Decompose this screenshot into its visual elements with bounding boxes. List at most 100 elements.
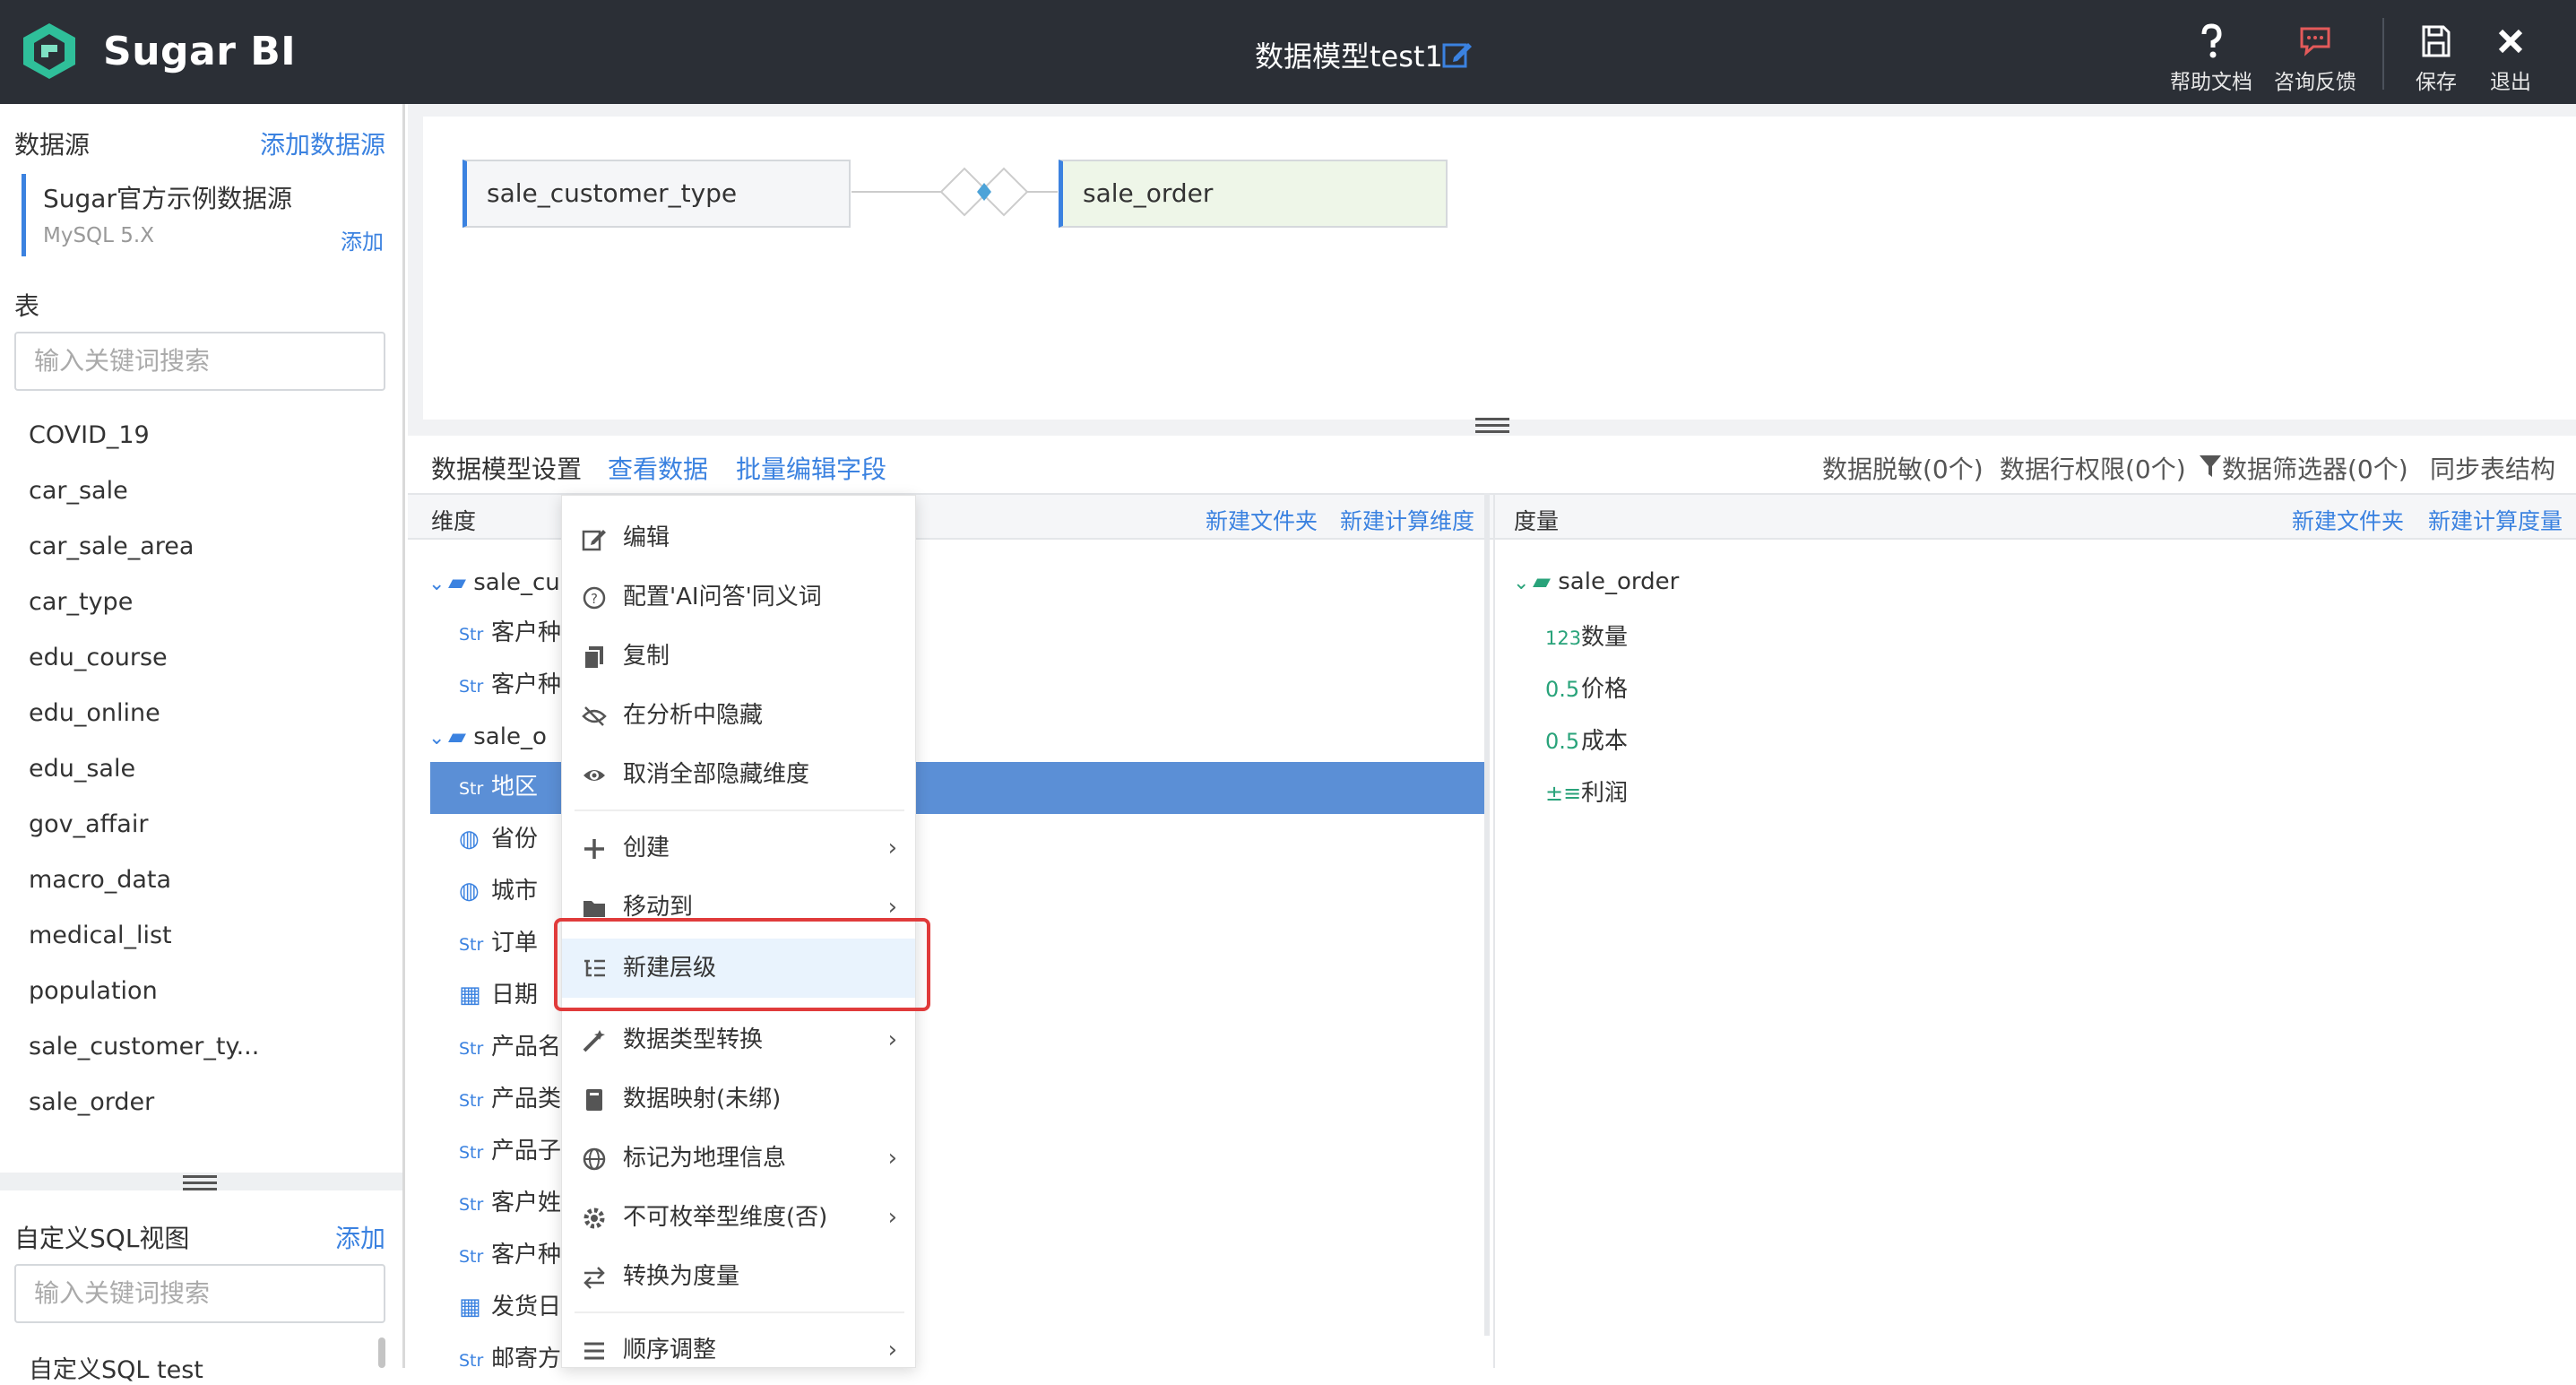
canvas-resize-handle-icon[interactable] <box>1475 418 1509 433</box>
sidebar-splitter[interactable] <box>0 1173 402 1190</box>
table-node-left[interactable]: sale_customer_type <box>462 160 851 228</box>
table-search-input[interactable]: 输入关键词搜索 <box>14 332 385 391</box>
join-line <box>851 191 941 193</box>
dim-field-row[interactable]: ▦ 日期 <box>459 970 538 1020</box>
dim-field-row[interactable]: Str 产品子 <box>459 1126 561 1176</box>
tab-model-settings[interactable]: 数据模型设置 <box>431 450 582 486</box>
table-item[interactable]: edu_online <box>29 699 160 727</box>
chevron-down-icon: ⌄ <box>428 727 445 749</box>
eye-off-icon <box>582 706 607 726</box>
table-item[interactable]: population <box>29 977 158 1005</box>
measure-field-row[interactable]: 123数量 <box>1545 619 1628 652</box>
dim-new-folder-link[interactable]: 新建文件夹 <box>1206 504 1318 536</box>
menu-item-non-enumerable[interactable]: 不可枚举型维度(否) › <box>562 1188 915 1247</box>
sidebar-scrollbar[interactable] <box>378 1337 385 1368</box>
sql-search-input[interactable]: 输入关键词搜索 <box>14 1264 385 1323</box>
datasource-add-link[interactable]: 添加 <box>341 224 384 255</box>
menu-item-create[interactable]: 创建 › <box>562 818 915 878</box>
table-item[interactable]: COVID_19 <box>29 421 150 449</box>
dim-field-row[interactable]: Str 客户种 <box>459 1230 561 1280</box>
dim-folder[interactable]: ⌄ ▰ sale_o <box>428 712 547 762</box>
dim-field-row[interactable]: Str 订单 <box>459 918 538 968</box>
table-item[interactable]: car_sale_area <box>29 532 194 560</box>
dim-field-row[interactable]: Str 客户种 <box>459 608 561 658</box>
tab-view-data[interactable]: 查看数据 <box>608 450 708 486</box>
dim-field-row[interactable]: Str 邮寄方 <box>459 1334 561 1368</box>
table-item[interactable]: edu_sale <box>29 755 135 783</box>
measure-field-row[interactable]: ±≡利润 <box>1545 775 1628 808</box>
folder-icon: ▰ <box>448 569 474 596</box>
menu-item-mark-geo[interactable]: 标记为地理信息 › <box>562 1129 915 1188</box>
add-datasource-link[interactable]: 添加数据源 <box>260 126 385 161</box>
measure-folder[interactable]: ⌄ ▰ sale_order <box>1513 568 1679 595</box>
swap-icon <box>583 1267 605 1289</box>
top-bar: Sugar BI 数据模型test1 帮助文档 咨询反馈 保存 退出 <box>0 0 2576 104</box>
menu-item-data-mapping[interactable]: 数据映射(未绑) <box>562 1069 915 1129</box>
left-sidebar: 数据源 添加数据源 Sugar官方示例数据源 MySQL 5.X 添加 表 输入… <box>0 104 405 1384</box>
dim-field-row[interactable]: ▦ 发货日 <box>459 1282 561 1332</box>
exit-button[interactable]: 退出 <box>2461 23 2560 95</box>
folder-icon: ▰ <box>1533 568 1559 595</box>
book-icon <box>586 1089 602 1111</box>
menu-item-edit[interactable]: 编辑 <box>562 508 915 567</box>
measure-field-row[interactable]: 0.5成本 <box>1545 723 1628 756</box>
measure-field-row[interactable]: 0.5价格 <box>1545 671 1628 704</box>
chevron-right-icon: › <box>887 1026 897 1053</box>
measure-new-folder-link[interactable]: 新建文件夹 <box>2292 504 2404 536</box>
menu-divider <box>575 809 904 811</box>
data-masking-link[interactable]: 数据脱敏(0个) <box>1822 450 1984 486</box>
chevron-right-icon: › <box>887 1145 897 1172</box>
menu-item-copy[interactable]: 复制 <box>562 627 915 686</box>
measure-new-calc-link[interactable]: 新建计算度量 <box>2428 504 2563 536</box>
page-title: 数据模型test1 <box>1255 39 1443 74</box>
menu-item-hide-in-analysis[interactable]: 在分析中隐藏 <box>562 686 915 745</box>
menu-item-reorder[interactable]: 顺序调整 › <box>562 1320 915 1367</box>
table-item[interactable]: car_sale <box>29 477 128 505</box>
dim-field-row[interactable]: ◍ 省份 <box>459 814 538 864</box>
sql-add-link[interactable]: 添加 <box>335 1219 385 1255</box>
dim-field-row[interactable]: Str 客户姓 <box>459 1178 561 1228</box>
plus-icon <box>584 839 604 859</box>
dim-field-row[interactable]: Str 产品类 <box>459 1074 561 1124</box>
menu-item-to-measure[interactable]: 转换为度量 <box>562 1247 915 1306</box>
tab-batch-edit[interactable]: 批量编辑字段 <box>736 450 886 486</box>
highlight-annotation-box <box>554 918 930 1011</box>
dim-folder[interactable]: ⌄ ▰ sale_cu <box>428 558 560 608</box>
dim-field-row[interactable]: Str 产品名 <box>459 1022 561 1072</box>
sync-schema-link[interactable]: 同步表结构 <box>2430 450 2555 486</box>
join-line <box>1026 191 1058 193</box>
gear-icon <box>583 1208 605 1229</box>
menu-item-unhide-all[interactable]: 取消全部隐藏维度 <box>562 745 915 804</box>
table-node-right[interactable]: sale_order <box>1059 160 1448 228</box>
join-diamond-icon[interactable] <box>939 165 1029 219</box>
chevron-right-icon: › <box>887 835 897 861</box>
brand-name: Sugar BI <box>103 29 297 74</box>
help-button[interactable]: 帮助文档 <box>2162 23 2260 95</box>
dim-new-calc-link[interactable]: 新建计算维度 <box>1340 504 1474 536</box>
chevron-down-icon: ⌄ <box>428 573 445 595</box>
row-permission-link[interactable]: 数据行权限(0个) <box>2000 450 2186 486</box>
feedback-button[interactable]: 咨询反馈 <box>2266 23 2364 95</box>
datasource-indicator <box>22 174 26 256</box>
table-item[interactable]: car_type <box>29 588 133 616</box>
dim-field-row-selected[interactable]: Str 地区 <box>459 762 538 812</box>
menu-item-ai-synonyms[interactable]: ? 配置'AI问答'同义词 <box>562 567 915 627</box>
svg-text:?: ? <box>591 591 598 607</box>
data-filter-link[interactable]: 数据筛选器(0个) <box>2222 450 2408 486</box>
menu-item-type-convert[interactable]: 数据类型转换 › <box>562 1010 915 1069</box>
datasource-name[interactable]: Sugar官方示例数据源 <box>43 179 292 215</box>
table-item[interactable]: edu_course <box>29 644 168 671</box>
table-item[interactable]: macro_data <box>29 866 171 894</box>
folder-icon: ▰ <box>448 723 474 750</box>
table-item[interactable]: gov_affair <box>29 810 148 838</box>
dim-field-row[interactable]: Str 客户种 <box>459 660 561 710</box>
table-item[interactable]: sale_customer_ty... <box>29 1033 259 1060</box>
chevron-right-icon: › <box>887 1337 897 1363</box>
table-item[interactable]: medical_list <box>29 922 172 949</box>
panel-divider[interactable] <box>1484 493 1490 1336</box>
question-icon: ? <box>583 586 606 610</box>
calc-measure-icon: ±≡ <box>1545 781 1582 806</box>
table-item[interactable]: sale_order <box>29 1088 154 1116</box>
edit-title-icon[interactable] <box>1441 38 1474 70</box>
dim-field-row[interactable]: ◍ 城市 <box>459 866 538 916</box>
